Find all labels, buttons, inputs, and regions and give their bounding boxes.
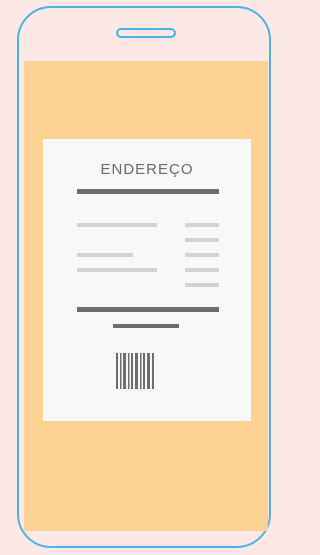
total-line bbox=[113, 324, 179, 328]
phone-speaker bbox=[116, 28, 176, 38]
value-line-right-5 bbox=[185, 283, 219, 287]
title-underline bbox=[77, 189, 219, 194]
text-line-left-1 bbox=[77, 223, 157, 227]
text-line-left-2 bbox=[77, 253, 133, 257]
phone-frame: ENDEREÇO bbox=[17, 6, 271, 548]
phone-screen: ENDEREÇO bbox=[24, 61, 268, 531]
value-line-right-3 bbox=[185, 253, 219, 257]
value-line-right-1 bbox=[185, 223, 219, 227]
total-divider bbox=[77, 307, 219, 312]
value-line-right-2 bbox=[185, 238, 219, 242]
barcode-icon bbox=[116, 353, 154, 389]
receipt-title: ENDEREÇO bbox=[100, 161, 194, 178]
text-line-left-3 bbox=[77, 268, 157, 272]
receipt: ENDEREÇO bbox=[43, 139, 251, 421]
illustration: ENDEREÇO bbox=[0, 0, 284, 555]
value-line-right-4 bbox=[185, 268, 219, 272]
